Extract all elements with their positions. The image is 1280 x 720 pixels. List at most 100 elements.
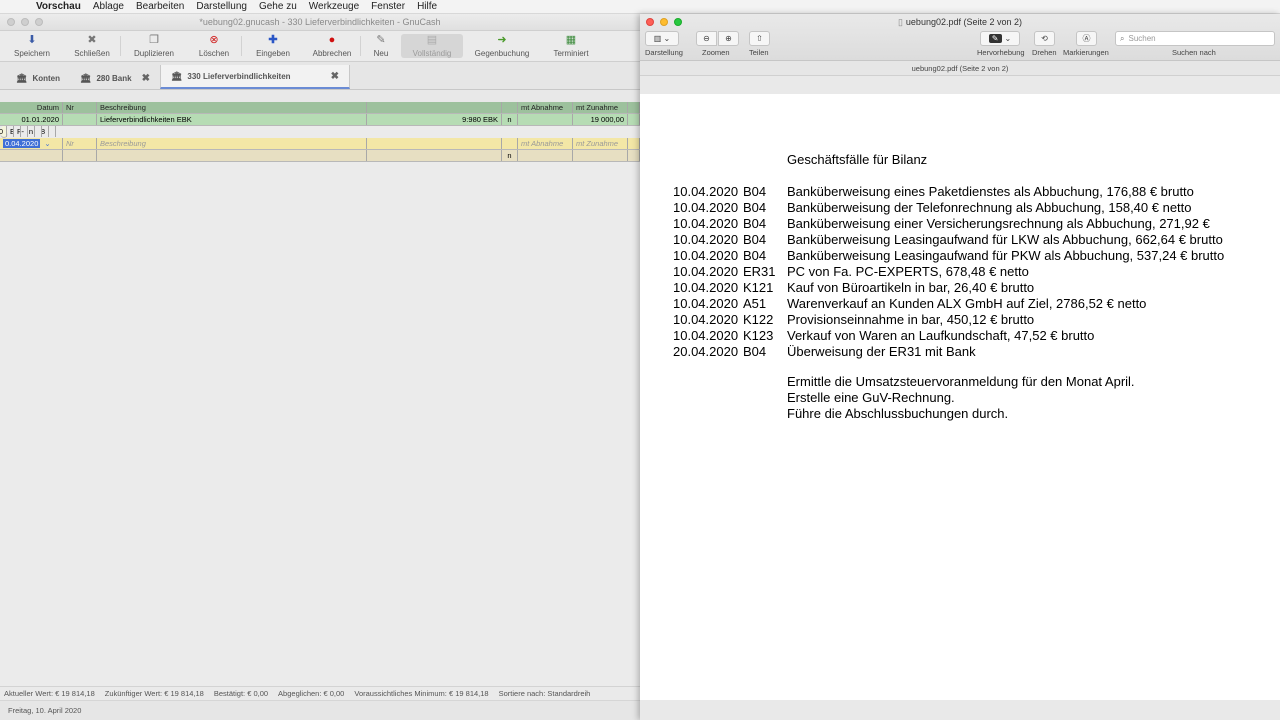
highlight-button[interactable]: ✎ ⌄ <box>980 31 1020 46</box>
zoom-label: Zoomen <box>702 48 730 57</box>
list-item: 10.04.2020 B04 Banküberweisung der Telefon… <box>673 200 1224 216</box>
duplicate-button[interactable]: ❐ Duplizieren <box>121 31 187 61</box>
counter-booking-button[interactable]: ➜ Gegenbuchung <box>463 31 541 61</box>
duplicate-icon: ❐ <box>149 34 159 46</box>
entry-text: Banküberweisung Leasingaufwand für PKW a… <box>787 248 1225 263</box>
cell-desc[interactable]: PC von Fa. PC-Experts <box>14 126 21 137</box>
markup-button[interactable]: Ⓐ <box>1076 31 1097 46</box>
credit-input[interactable]: mt Zunahme <box>573 138 628 149</box>
col-transfer-header[interactable] <box>367 102 502 113</box>
table-row[interactable]: 10.04.2020 ER31 PC von Fa. PC-Experts --… <box>0 126 56 138</box>
list-item: 10.04.2020 B04 Banküberweisung Leasingaufw… <box>673 248 1224 264</box>
debit-input[interactable]: mt Abnahme <box>518 138 573 149</box>
tab-accounts[interactable]: 🏛 Konten <box>6 67 70 89</box>
cell-desc[interactable]: Lieferverbindlichkeiten EBK <box>97 114 367 125</box>
reconcile-input[interactable] <box>502 138 518 149</box>
search-field[interactable]: ⌕ Suchen <box>1115 31 1275 46</box>
cell-credit[interactable] <box>573 150 628 161</box>
gnucash-toolbar: ⬇ Speichern ✖ Schließen ❐ Duplizieren ⊗ … <box>0 31 640 62</box>
cell-date[interactable]: 10.04.2020 <box>0 126 7 137</box>
cell-credit[interactable]: 814,18 <box>42 126 49 137</box>
entry-num: K122 <box>743 312 774 327</box>
date-input-value[interactable]: 0.04.2020 <box>3 139 41 148</box>
share-button[interactable]: ⇧ <box>749 31 770 46</box>
cell-date[interactable] <box>0 150 63 161</box>
cell-debit[interactable] <box>518 150 573 161</box>
cell-reconcile[interactable]: n <box>502 114 518 125</box>
new-button[interactable]: ✎ Neu <box>361 31 401 61</box>
cell-num[interactable]: ER31 <box>7 126 14 137</box>
highlight-label: Hervorhebung <box>977 48 1025 57</box>
search-placeholder: Suchen <box>1128 34 1156 43</box>
chevron-down-icon: ⌄ <box>1004 34 1012 43</box>
zoom-out-button[interactable]: ⊖ <box>696 31 717 46</box>
menu-tools[interactable]: Werkzeuge <box>309 1 359 12</box>
chevron-down-icon[interactable]: ⌄ <box>44 139 50 148</box>
close-tab-icon[interactable]: ✖ <box>142 73 150 84</box>
split-row[interactable]: n <box>0 150 640 162</box>
entry-date: 10.04.2020 <box>673 184 739 199</box>
close-tab-icon[interactable]: ✖ <box>331 71 339 82</box>
enter-button[interactable]: ✚ Eingeben <box>242 31 304 61</box>
tab-bank[interactable]: 🏛 280 Bank ✖ <box>70 67 160 89</box>
list-item: 10.04.2020 A51 Warenverkauf an Kunden ALX … <box>673 296 1224 312</box>
complete-button[interactable]: ▤ Vollständig <box>401 34 463 58</box>
cell-transfer[interactable] <box>367 150 502 161</box>
cell-debit[interactable] <box>518 114 573 125</box>
menu-help[interactable]: Hilfe <box>417 1 437 12</box>
cell-num[interactable] <box>63 114 97 125</box>
entry-date: 10.04.2020 <box>673 312 739 327</box>
num-input[interactable]: Nr <box>63 138 97 149</box>
rotate-button[interactable]: ⟲ <box>1034 31 1055 46</box>
menu-window[interactable]: Fenster <box>371 1 405 12</box>
zoom-in-button[interactable]: ⊕ <box>718 31 739 46</box>
menu-file[interactable]: Ablage <box>93 1 124 12</box>
menu-edit[interactable]: Bearbeiten <box>136 1 184 12</box>
entry-text: Banküberweisung Leasingaufwand für LKW a… <box>787 232 1223 247</box>
list-item: 10.04.2020 ER31 PC von Fa. PC-EXPERTS, 678… <box>673 264 1224 280</box>
cell-num[interactable] <box>63 150 97 161</box>
new-transaction-row[interactable]: 0.04.2020 ⌄ Nr Beschreibung mt Abnahme m… <box>0 138 640 150</box>
entry-num: A51 <box>743 296 767 311</box>
future-value: Zukünftiger Wert: € 19 814,18 <box>104 689 204 698</box>
delete-button[interactable]: ⊗ Löschen <box>187 31 241 61</box>
col-num-header[interactable]: Nr <box>63 102 97 113</box>
list-item: 10.04.2020 B04 Banküberweisung eines Paket… <box>673 184 1224 200</box>
cell-debit[interactable] <box>35 126 42 137</box>
preview-window: ▯ uebung02.pdf (Seite 2 von 2) ▥ ⌄ Darste… <box>640 14 1280 720</box>
menu-app-preview[interactable]: Vorschau <box>36 1 81 12</box>
menu-go[interactable]: Gehe zu <box>259 1 297 12</box>
col-r-header[interactable] <box>502 102 518 113</box>
transfer-input[interactable] <box>367 138 502 149</box>
page-info-bar: uebung02.pdf (Seite 2 von 2) <box>640 61 1280 76</box>
cell-reconcile[interactable]: n <box>28 126 35 137</box>
col-desc-header[interactable]: Beschreibung <box>97 102 367 113</box>
close-button[interactable]: ✖ Schließen <box>64 31 120 61</box>
search-icon: ⌕ <box>1120 33 1125 43</box>
list-item: 10.04.2020 B04 Banküberweisung einer Versi… <box>673 216 1224 232</box>
cell-date[interactable]: 01.01.2020 <box>0 114 63 125</box>
gnucash-window: *uebung02.gnucash - 330 Lieferverbindlic… <box>0 14 640 720</box>
save-button[interactable]: ⬇ Speichern <box>0 31 64 61</box>
col-credit-header[interactable]: mt Zunahme <box>573 102 628 113</box>
entry-date: 10.04.2020 <box>673 296 739 311</box>
cell-transfer[interactable]: -- Mehrteilige Buchung -- <box>21 126 28 137</box>
cell-reconcile[interactable]: n <box>502 150 518 161</box>
status-date: Freitag, 10. April 2020 <box>8 706 82 715</box>
cancel-button[interactable]: ● Abbrechen <box>304 31 360 61</box>
table-row[interactable]: 01.01.2020 Lieferverbindlichkeiten EBK 9… <box>0 114 640 126</box>
register-ledger: Datum Nr Beschreibung mt Abnahme mt Zuna… <box>0 102 640 686</box>
cell-credit[interactable]: 19 000,00 <box>573 114 628 125</box>
menu-view[interactable]: Darstellung <box>196 1 247 12</box>
desc-input[interactable]: Beschreibung <box>97 138 367 149</box>
list-item: 10.04.2020 K123 Verkauf von Waren an Laufk… <box>673 328 1224 344</box>
sidebar-view-button[interactable]: ▥ ⌄ <box>645 31 679 46</box>
tab-liabilities[interactable]: 🏛 330 Lieferverbindlichkeiten ✖ <box>159 65 350 89</box>
col-debit-header[interactable]: mt Abnahme <box>518 102 573 113</box>
scheduled-button[interactable]: ▦ Terminiert <box>541 31 601 61</box>
cell-desc[interactable] <box>97 150 367 161</box>
cell-transfer[interactable]: 9:980 EBK <box>367 114 502 125</box>
col-date-header[interactable]: Datum <box>0 102 63 113</box>
entry-num: B04 <box>743 248 767 263</box>
date-input[interactable]: 0.04.2020 ⌄ <box>0 138 63 149</box>
